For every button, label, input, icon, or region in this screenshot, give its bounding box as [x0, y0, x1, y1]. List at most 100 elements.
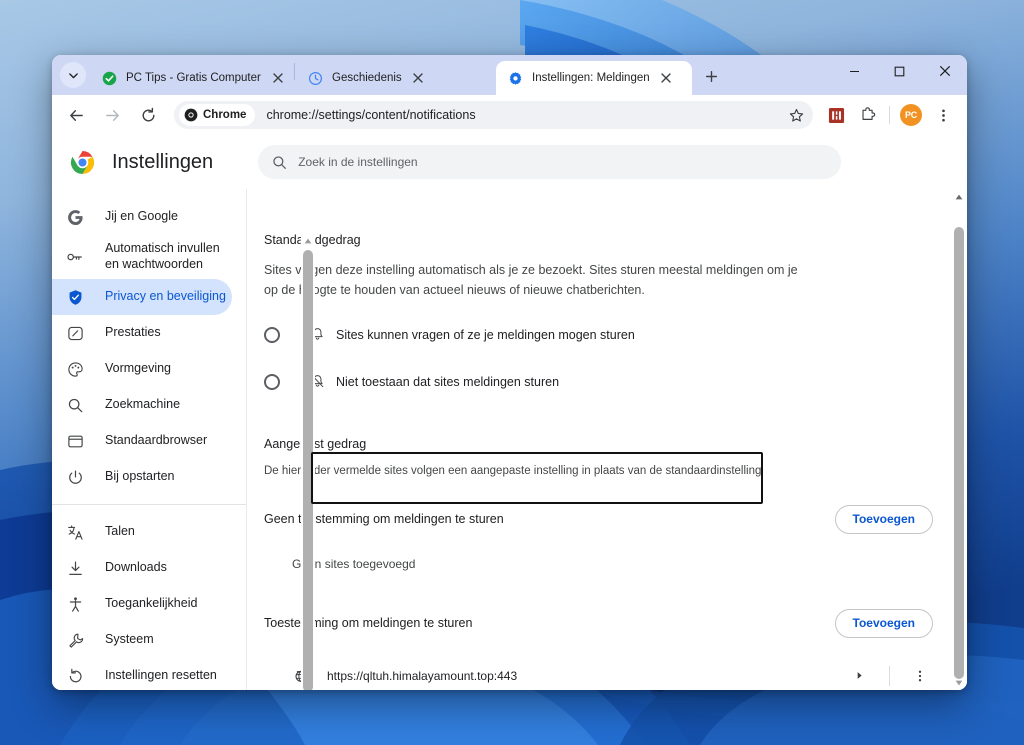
tab-geschiedenis[interactable]: Geschiedenis [296, 61, 496, 95]
sidebar-item-label: Prestaties [105, 325, 161, 340]
browser-window: PC Tips - Gratis Computer Tips Geschiede… [52, 55, 967, 690]
sidebar-item-label: Bij opstarten [105, 469, 175, 484]
maximize-button[interactable] [877, 55, 922, 87]
site-actions [846, 663, 933, 689]
custom-behavior-description: De hieronder vermelde sites volgen een a… [264, 464, 762, 477]
window-controls [832, 55, 967, 95]
scroll-up-arrow[interactable] [301, 233, 315, 248]
chrome-chip-label: Chrome [203, 109, 247, 121]
tab-title: Instellingen: Meldingen [532, 72, 650, 84]
sidebar-item-zoekmachine[interactable]: Zoekmachine [52, 387, 232, 423]
three-dot-menu-icon[interactable] [907, 663, 933, 689]
sidebar-item-label: Toegankelijkheid [105, 596, 198, 611]
allowed-permission-label: Toestemming om meldingen te sturen [264, 616, 473, 630]
puzzle-piece-icon[interactable] [854, 101, 882, 129]
main-content-panel: Standaardgedrag Sites volgen deze instel… [246, 189, 967, 690]
tab-divider [294, 63, 295, 80]
sidebar-item-toegankelijkheid[interactable]: Toegankelijkheid [52, 586, 232, 622]
sidebar-item-label: Privacy en beveiliging [105, 289, 226, 304]
tab-search-chevron-down-icon[interactable] [60, 62, 86, 88]
sidebar-item-jij-en-google[interactable]: Jij en Google [52, 199, 232, 235]
radio-option-block[interactable]: Niet toestaan dat sites meldingen sturen [264, 373, 967, 391]
sidebar-item-standaardbrowser[interactable]: Standaardbrowser [52, 423, 232, 459]
add-blocked-site-button[interactable]: Toevoegen [834, 504, 933, 534]
scroll-thumb[interactable] [303, 250, 313, 690]
red-extension-icon[interactable] [822, 101, 850, 129]
restore-icon [65, 666, 85, 686]
star-icon[interactable] [783, 102, 809, 128]
sidebar-item-label: Vormgeving [105, 361, 172, 376]
desktop: PC Tips - Gratis Computer Tips Geschiede… [0, 0, 1024, 745]
main-scrollbar[interactable] [952, 189, 966, 690]
allowed-permission-row: Toestemming om meldingen te sturen Toevo… [264, 608, 967, 638]
key-icon [65, 247, 85, 267]
radio-button[interactable] [264, 373, 280, 390]
sidebar-item-privacy-en-beveiliging[interactable]: Privacy en beveiliging [52, 279, 232, 315]
custom-behavior-title: Aangepast gedrag [264, 436, 367, 451]
sidebar-item-label: Zoekmachine [105, 397, 181, 412]
url-text[interactable]: chrome://settings/content/notifications [266, 108, 783, 122]
address-bar[interactable]: Chrome chrome://settings/content/notific… [174, 101, 813, 129]
action-divider [889, 665, 890, 686]
sidebar-divider [52, 504, 246, 505]
wrench-icon [65, 630, 85, 650]
sidebar-item-talen[interactable]: Talen [52, 514, 232, 550]
forward-button[interactable] [97, 100, 127, 130]
profile-initials: PC [900, 104, 922, 126]
close-icon[interactable] [409, 69, 428, 88]
tab-title: PC Tips - Gratis Computer Tips [126, 72, 261, 84]
close-icon[interactable] [657, 69, 676, 88]
radio-label: Sites kunnen vragen of ze je meldingen m… [336, 327, 635, 342]
accessibility-icon [65, 594, 85, 614]
sidebar-item-label: Standaardbrowser [105, 433, 208, 448]
reload-button[interactable] [133, 100, 163, 130]
chrome-chip: Chrome [179, 104, 256, 126]
scroll-up-arrow[interactable] [952, 189, 966, 204]
shield-icon [65, 287, 85, 307]
google-g-icon [65, 207, 85, 227]
close-button[interactable] [922, 55, 967, 87]
green-check-icon [101, 70, 117, 86]
add-allowed-site-button[interactable]: Toevoegen [834, 608, 933, 638]
tab-title: Geschiedenis [332, 72, 402, 84]
window-icon [65, 431, 85, 451]
tab-strip: PC Tips - Gratis Computer Tips Geschiede… [52, 55, 967, 95]
new-tab-button[interactable] [698, 63, 725, 90]
search-placeholder: Zoek in de instellingen [298, 155, 418, 169]
tab-instellingen-meldingen[interactable]: Instellingen: Meldingen [496, 61, 692, 95]
search-input[interactable]: Zoek in de instellingen [258, 145, 842, 179]
blocked-permission-row: Geen toestemming om meldingen te sturen … [264, 504, 967, 534]
sidebar-item-instellingen-resetten[interactable]: Instellingen resetten [52, 658, 232, 690]
default-behavior-description: Sites volgen deze instelling automatisch… [264, 263, 798, 298]
chrome-logo-icon [70, 150, 95, 174]
radio-option-ask[interactable]: Sites kunnen vragen of ze je meldingen m… [264, 326, 967, 344]
chrome-logo-icon [184, 108, 198, 122]
sidebar-item-label: Jij en Google [105, 209, 178, 224]
download-icon [65, 558, 85, 578]
sidebar-item-label: Downloads [105, 560, 167, 575]
three-dot-menu-icon[interactable] [929, 101, 957, 129]
scroll-thumb[interactable] [954, 227, 964, 679]
sidebar-item-bij-opstarten[interactable]: Bij opstarten [52, 459, 232, 495]
minimize-button[interactable] [832, 55, 877, 87]
sidebar-item-systeem[interactable]: Systeem [52, 622, 232, 658]
sidebar-item-downloads[interactable]: Downloads [52, 550, 232, 586]
scroll-down-arrow[interactable] [952, 675, 966, 690]
sidebar-item-vormgeving[interactable]: Vormgeving [52, 351, 232, 387]
search-icon [273, 155, 287, 169]
sidebar-item-label: Automatisch invullen en wachtwoorden [105, 241, 220, 271]
sidebar-item-prestaties[interactable]: Prestaties [52, 315, 232, 351]
close-icon[interactable] [268, 69, 287, 88]
site-url: https://qltuh.himalayamount.top:443 [327, 668, 518, 683]
avatar[interactable]: PC [897, 101, 925, 129]
tab-pc-tips[interactable]: PC Tips - Gratis Computer Tips [90, 61, 293, 95]
sidebar-scrollbar[interactable] [301, 233, 315, 690]
back-button[interactable] [61, 100, 91, 130]
sidebar-item-automatisch-invullen[interactable]: Automatisch invullen en wachtwoorden [52, 235, 232, 279]
browser-toolbar: Chrome chrome://settings/content/notific… [52, 95, 967, 135]
translate-icon [65, 522, 85, 542]
list-item[interactable]: https://qltuh.himalayamount.top:443 [292, 659, 967, 691]
settings-body: Jij en Google Automatisch invullen en wa… [52, 189, 967, 690]
radio-button[interactable] [264, 326, 280, 343]
caret-right-icon[interactable] [846, 663, 872, 689]
